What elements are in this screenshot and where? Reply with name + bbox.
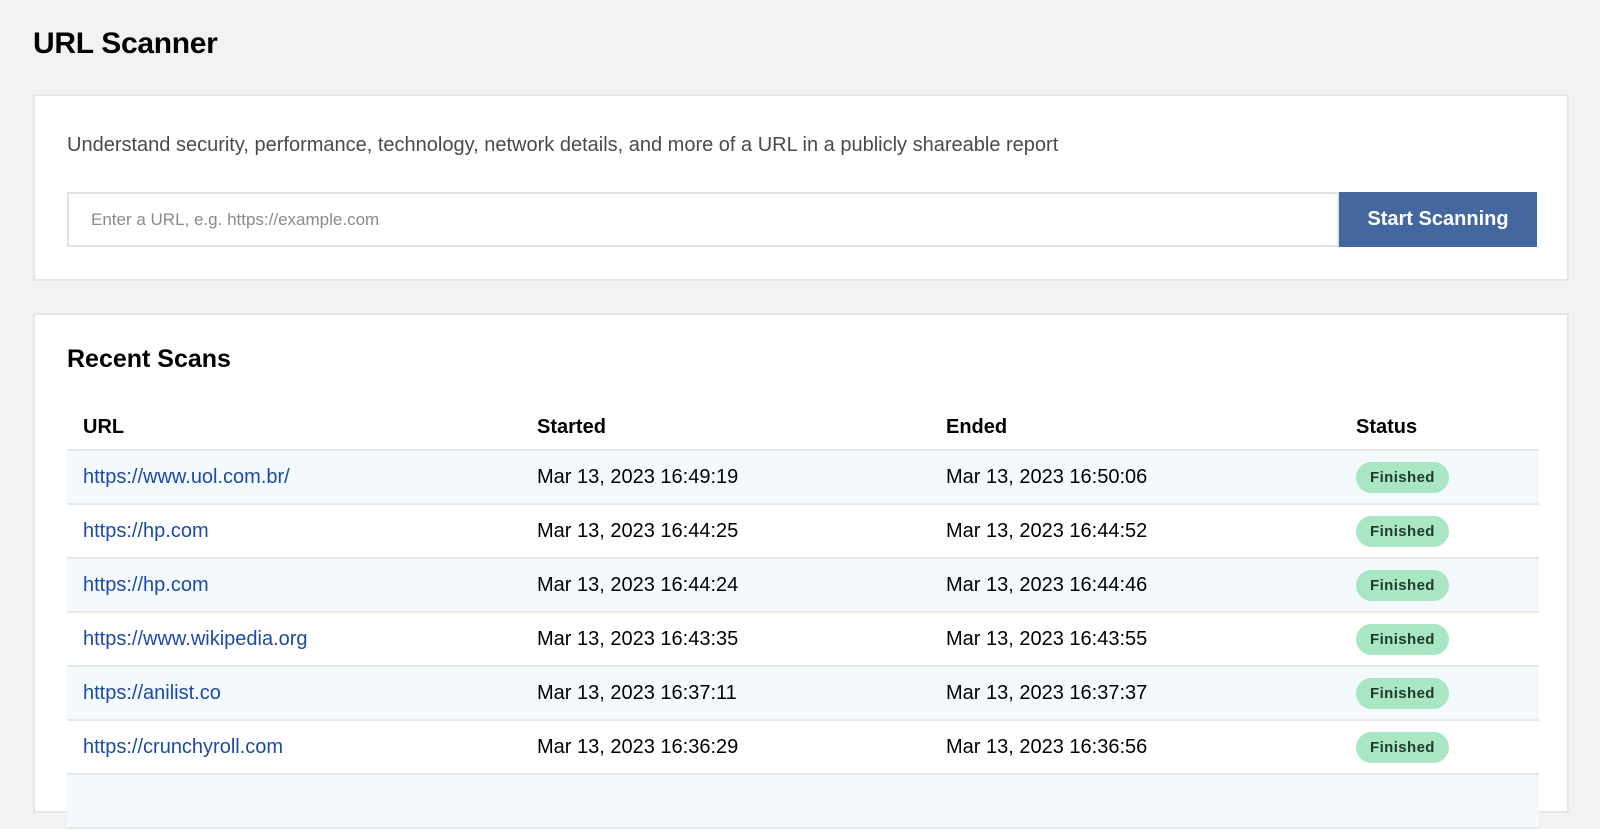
cell-started bbox=[521, 774, 930, 829]
cell-started: Mar 13, 2023 16:44:24 bbox=[521, 558, 930, 613]
cell-status: Finished bbox=[1340, 666, 1539, 721]
scan-url-link[interactable]: https://www.uol.com.br/ bbox=[83, 466, 290, 488]
cell-started: Mar 13, 2023 16:37:11 bbox=[521, 666, 930, 721]
column-header-status: Status bbox=[1340, 405, 1539, 451]
cell-ended: Mar 13, 2023 16:36:56 bbox=[930, 720, 1340, 775]
cell-started: Mar 13, 2023 16:49:19 bbox=[521, 450, 930, 505]
table-row[interactable]: https://hp.com Mar 13, 2023 16:44:24 Mar 1… bbox=[67, 558, 1539, 613]
cell-ended: Mar 13, 2023 16:43:55 bbox=[930, 612, 1340, 667]
table-row[interactable]: https://crunchyroll.com Mar 13, 2023 16:3… bbox=[67, 720, 1539, 775]
cell-started: Mar 13, 2023 16:43:35 bbox=[521, 612, 930, 667]
recent-scans-card: Recent Scans URL Started Ended Status ht… bbox=[33, 313, 1569, 829]
cell-url: https://hp.com bbox=[67, 558, 521, 613]
status-badge: Finished bbox=[1356, 623, 1449, 655]
cell-url: https://www.uol.com.br/ bbox=[67, 450, 521, 505]
page-title: URL Scanner bbox=[33, 27, 218, 60]
column-header-started: Started bbox=[521, 405, 930, 451]
status-badge: Finished bbox=[1356, 461, 1449, 493]
cell-url bbox=[67, 774, 521, 829]
column-header-url: URL bbox=[67, 405, 521, 451]
scan-url-link[interactable]: https://crunchyroll.com bbox=[83, 736, 283, 758]
column-header-ended: Ended bbox=[930, 405, 1340, 451]
start-scanning-button[interactable]: Start Scanning bbox=[1339, 192, 1537, 247]
cell-url: https://anilist.co bbox=[67, 666, 521, 721]
cell-ended: Mar 13, 2023 16:50:06 bbox=[930, 450, 1340, 505]
cell-status bbox=[1340, 774, 1539, 829]
scan-url-link[interactable]: https://www.wikipedia.org bbox=[83, 628, 308, 650]
table-row[interactable]: https://www.wikipedia.org Mar 13, 2023 16… bbox=[67, 612, 1539, 667]
table-row[interactable] bbox=[67, 774, 1539, 829]
table-row[interactable]: https://anilist.co Mar 13, 2023 16:37:11 M… bbox=[67, 666, 1539, 721]
scan-url-link[interactable]: https://anilist.co bbox=[83, 682, 221, 704]
status-badge: Finished bbox=[1356, 569, 1449, 601]
status-badge: Finished bbox=[1356, 731, 1449, 763]
table-row[interactable]: https://www.uol.com.br/Mar 13, 2023 16:4… bbox=[67, 450, 1539, 505]
cell-ended: Mar 13, 2023 16:44:52 bbox=[930, 504, 1340, 559]
scan-url-link[interactable]: https://hp.com bbox=[83, 574, 209, 596]
table-row[interactable]: https://hp.com Mar 13, 2023 16:44:25 Mar 1… bbox=[67, 504, 1539, 559]
cell-status: Finished bbox=[1340, 720, 1539, 775]
cell-started: Mar 13, 2023 16:44:25 bbox=[521, 504, 930, 559]
table-header-row: URL Started Ended Status bbox=[67, 405, 1539, 451]
scanner-card: Understand security, performance, techno… bbox=[33, 94, 1569, 281]
cell-url: https://hp.com bbox=[67, 504, 521, 559]
cell-ended: Mar 13, 2023 16:37:37 bbox=[930, 666, 1340, 721]
cell-status: Finished bbox=[1340, 612, 1539, 667]
cell-status: Finished bbox=[1340, 504, 1539, 559]
recent-scans-table: URL Started Ended Status https://www.uol… bbox=[67, 405, 1539, 829]
cell-ended: Mar 13, 2023 16:44:46 bbox=[930, 558, 1340, 613]
scanner-description: Understand security, performance, techno… bbox=[67, 134, 1059, 156]
cell-ended bbox=[930, 774, 1340, 829]
cell-url: https://www.wikipedia.org bbox=[67, 612, 521, 667]
recent-scans-title: Recent Scans bbox=[67, 345, 231, 373]
cell-status: Finished bbox=[1340, 450, 1539, 505]
url-input[interactable] bbox=[67, 192, 1339, 247]
status-badge: Finished bbox=[1356, 677, 1449, 709]
cell-status: Finished bbox=[1340, 558, 1539, 613]
scan-url-link[interactable]: https://hp.com bbox=[83, 520, 209, 542]
cell-url: https://crunchyroll.com bbox=[67, 720, 521, 775]
status-badge: Finished bbox=[1356, 515, 1449, 547]
cell-started: Mar 13, 2023 16:36:29 bbox=[521, 720, 930, 775]
